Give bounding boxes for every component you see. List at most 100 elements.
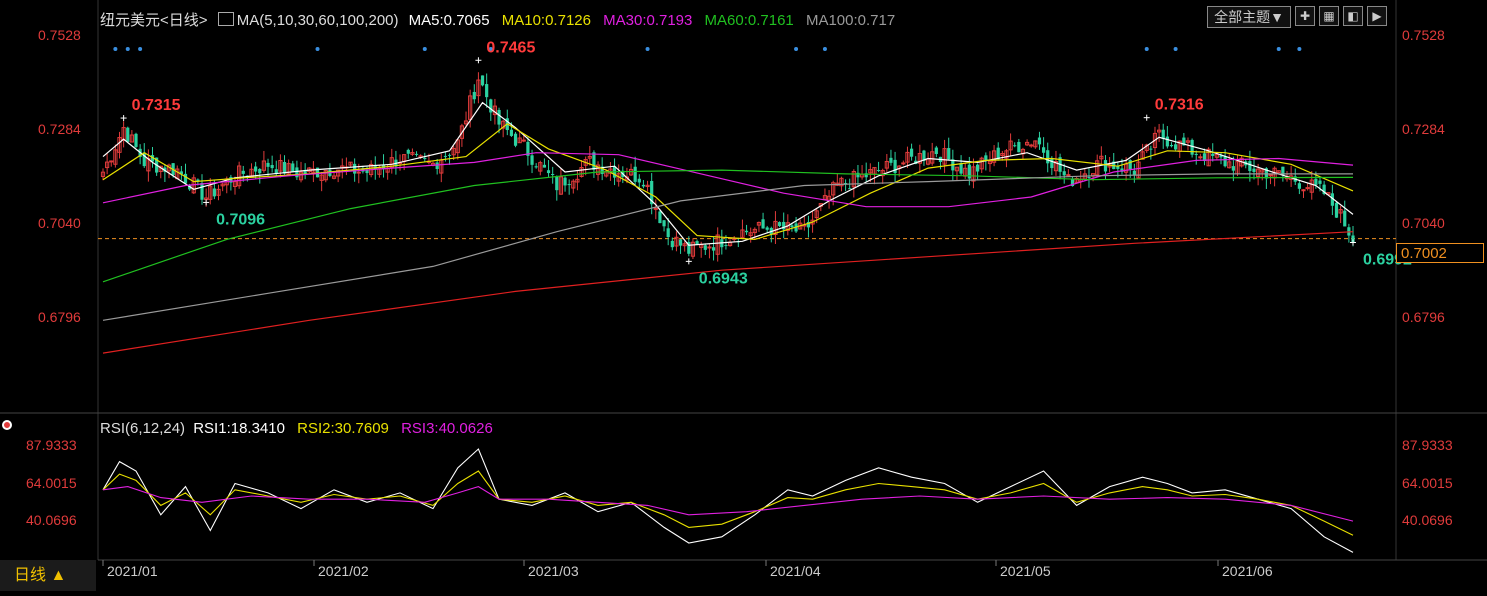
candle-body-down xyxy=(406,149,410,154)
candle-body-down xyxy=(530,155,534,165)
candle-body-down xyxy=(1165,136,1169,147)
grid-icon[interactable]: ▦ xyxy=(1319,6,1339,26)
low-price-label: 0.7096 xyxy=(216,211,265,228)
candle-body-down xyxy=(266,162,270,167)
candle-body-up xyxy=(1198,156,1203,159)
candle-body-down xyxy=(513,133,518,146)
rsi3-value: RSI3:40.0626 xyxy=(401,420,493,437)
date-label: 2021/04 xyxy=(770,563,821,579)
candle-body-down xyxy=(480,75,485,86)
ma-line-ma30 xyxy=(102,152,1354,208)
candle-body-up xyxy=(707,246,712,249)
current-price-tag: 0.7002 xyxy=(1396,243,1484,263)
candle-body-down xyxy=(934,147,938,155)
candle-body-up xyxy=(521,139,526,142)
candle-body-down xyxy=(254,166,258,172)
ma60-value: MA60:0.7161 xyxy=(704,12,794,29)
candle-body-down xyxy=(282,162,287,174)
candle-body-up xyxy=(109,160,114,163)
candle-body-up xyxy=(1029,144,1034,147)
y-tick-right: 0.7040 xyxy=(1402,215,1445,231)
rsi-y-tick-left: 40.0696 xyxy=(26,512,77,528)
candle-body-down xyxy=(975,164,980,172)
rsi-y-tick-right: 87.9333 xyxy=(1402,437,1453,453)
candle-body-down xyxy=(889,157,893,163)
chart-stage[interactable]: 0.7315 0.7096 0.7465 0.6943 0.7316 0.6992 xyxy=(0,0,1487,591)
rsi1-value: RSI1:18.3410 xyxy=(193,420,285,437)
candle-body-down xyxy=(443,155,448,157)
candle-body-up xyxy=(901,162,906,165)
rsi-settings-icon[interactable] xyxy=(2,420,12,430)
candle-body-down xyxy=(711,247,716,251)
symbol-title: 纽元美元 xyxy=(100,12,161,29)
chart-header: 纽元美元<日线> MA(5,10,30,60,100,200) MA5:0.70… xyxy=(100,9,895,30)
candle-body-down xyxy=(1116,166,1120,169)
candle-body-down xyxy=(212,188,216,197)
ma-line-ma10 xyxy=(102,123,1354,241)
candle-body-down xyxy=(703,245,707,250)
candle-body-down xyxy=(1297,183,1301,189)
ma-params: MA(5,10,30,60,100,200) xyxy=(236,12,399,29)
ma10-value: MA10:0.7126 xyxy=(501,12,591,29)
y-tick-right: 0.7528 xyxy=(1402,27,1445,43)
candle-body-down xyxy=(1174,144,1178,150)
candle-body-down xyxy=(1087,176,1091,178)
candle-body-down xyxy=(555,176,559,191)
y-tick-left: 0.6796 xyxy=(38,309,81,325)
y-tick-right: 0.7284 xyxy=(1402,121,1445,137)
candle-body-down xyxy=(848,188,852,190)
candle-body-down xyxy=(423,158,427,160)
candle-body-down xyxy=(592,152,596,170)
candle-body-down xyxy=(258,169,262,174)
period-tag[interactable]: <日线> xyxy=(160,12,208,29)
signal-dot xyxy=(1173,47,1178,51)
candle-body-down xyxy=(724,245,728,247)
signal-dot xyxy=(1276,47,1281,51)
candle-body-down xyxy=(1149,148,1153,150)
indicator-icon[interactable] xyxy=(217,12,234,26)
candle-body-down xyxy=(641,184,646,187)
candle-body-down xyxy=(435,162,439,170)
signal-dot xyxy=(1144,47,1149,51)
candle-body-down xyxy=(1017,141,1021,153)
high-price-label: 0.7315 xyxy=(132,97,181,114)
candle-body-down xyxy=(662,220,666,227)
signal-dot xyxy=(422,47,427,51)
rsi-y-tick-left: 64.0015 xyxy=(26,475,77,491)
candle-body-down xyxy=(447,154,452,156)
candle-body-down xyxy=(947,148,951,160)
y-tick-left: 0.7040 xyxy=(38,215,81,231)
high-price-label: 0.7465 xyxy=(486,39,535,56)
candle-body-down xyxy=(472,91,476,100)
ma-line-ma100 xyxy=(102,173,1353,321)
rsi-params: RSI(6,12,24) xyxy=(100,420,186,437)
signal-dot xyxy=(1297,47,1302,51)
signal-dot xyxy=(315,47,320,51)
candle-body-down xyxy=(761,219,765,229)
candle-body-down xyxy=(183,173,188,184)
candle-body-down xyxy=(744,230,749,233)
rsi-header: RSI(6,12,24) RSI1:18.3410 RSI2:30.7609 R… xyxy=(100,420,493,437)
date-label: 2021/01 xyxy=(107,563,158,579)
candle-body-down xyxy=(241,170,245,174)
period-button[interactable]: 日线 ▲ xyxy=(0,560,96,591)
ma5-value: MA5:0.7065 xyxy=(408,12,490,29)
candle-body-down xyxy=(909,148,914,157)
candle-body-down xyxy=(1194,153,1198,155)
candle-body-up xyxy=(1066,174,1071,177)
candle-body-down xyxy=(1223,156,1227,167)
rsi2-value: RSI2:30.7609 xyxy=(297,420,389,437)
ma30-value: MA30:0.7193 xyxy=(603,12,693,29)
y-tick-left: 0.7284 xyxy=(38,121,81,137)
expand-icon[interactable]: ▶ xyxy=(1367,6,1387,26)
signal-dot xyxy=(645,47,650,51)
candle-body-down xyxy=(959,163,963,174)
chart-svg[interactable]: 0.73150.70960.74650.69430.73160.6992 xyxy=(0,0,1487,591)
candle-body-down xyxy=(1211,153,1215,156)
candle-body-down xyxy=(291,163,295,173)
theme-dropdown[interactable]: 全部主题▼ xyxy=(1207,6,1291,28)
candle-body-down xyxy=(1252,168,1256,172)
crosshair-icon[interactable]: ✚ xyxy=(1295,6,1315,26)
zoom-icon[interactable]: ◧ xyxy=(1343,6,1363,26)
candle-body-down xyxy=(876,170,881,172)
